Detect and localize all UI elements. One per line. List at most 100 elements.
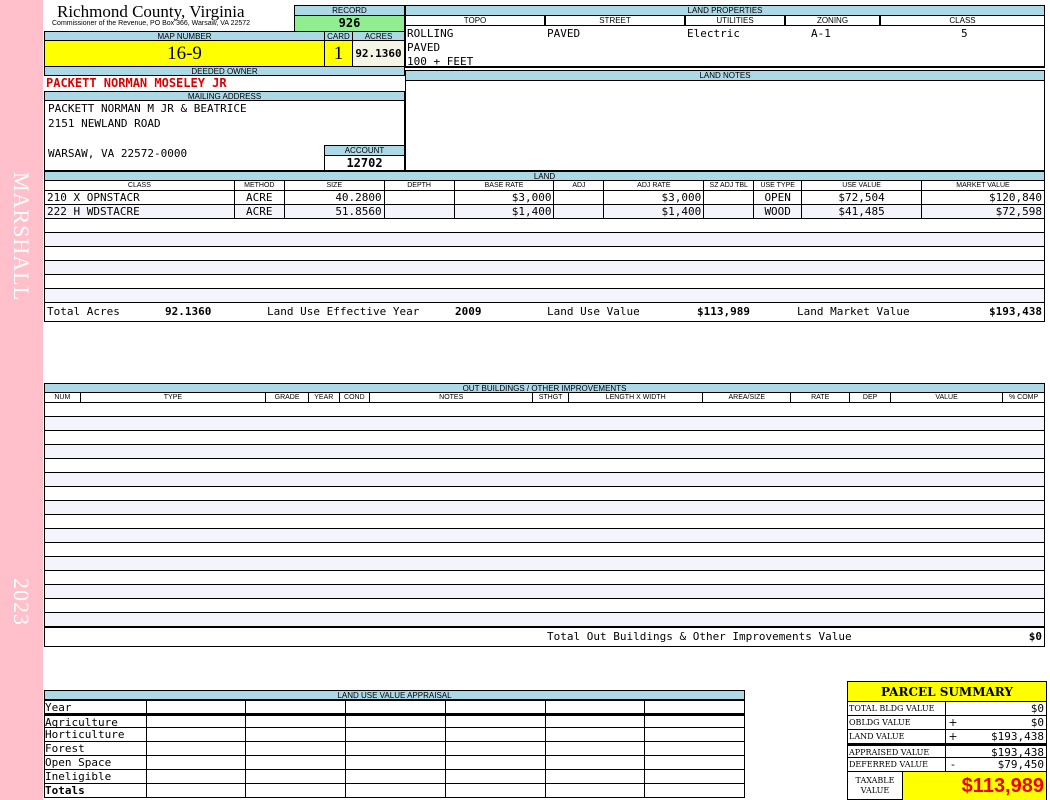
cell [703,190,755,205]
empty-row [44,233,1045,247]
address-line: 2151 NEWLAND ROAD [48,117,161,130]
summary-label: DEFERRED VALUE [848,758,946,771]
summary-sign: + [948,716,958,729]
appraisal-cell [245,701,345,713]
col: VALUE [889,392,1004,403]
map-number-value: 16-9 [44,40,325,67]
empty-row [44,599,1045,613]
appraisal-row-label: Ineligible [45,770,112,783]
empty-row [44,529,1045,543]
cell: 40.2800 [283,190,385,205]
account-value: 12702 [324,155,405,171]
empty-row [44,459,1045,473]
col: ADJ [553,180,605,191]
appraisal-cell [644,701,744,713]
appraisal-row-label: Totals [45,784,85,797]
appraisal-row: Totals [44,784,745,798]
empty-row [44,275,1045,289]
appraisal-row: Open Space [44,756,745,770]
cell: WOOD [753,204,803,219]
appraisal-cell [145,742,246,755]
cell: $120,840 [921,190,1045,205]
appraisal-row: Forest [44,742,745,756]
col: DEPTH [383,180,455,191]
cell: $1,400 [603,204,705,219]
cell: ACRE [233,204,285,219]
summary-label: OBLDG VALUE [848,716,946,729]
taxable-row: TAXABLE VALUE $113,989 [848,772,1046,800]
cell [703,204,755,219]
empty-row [44,431,1045,445]
outbuildings-empty-rows [44,403,1045,627]
col: COND [338,392,371,403]
land-use-appraisal-table: Year Agriculture Horticulture Forest Open Sp… [44,700,745,798]
col: NOTES [369,392,534,403]
appraisal-cell [245,716,345,727]
appraisal-row: Horticulture [44,728,745,742]
outbuildings-total-label: Total Out Buildings & Other Improvements… [547,630,852,643]
cell: $72,598 [921,204,1045,219]
col: USE VALUE [801,180,923,191]
land-market-value-label: Land Market Value [797,305,910,318]
land-use-appraisal-label: LAND USE VALUE APPRAISAL [44,690,745,700]
effective-year-label: Land Use Effective Year [267,305,420,318]
cell: 51.8560 [283,204,385,219]
appraisal-cell [444,770,545,783]
district-label: MARSHALL [9,172,34,302]
empty-row [44,473,1045,487]
summary-row: OBLDG VALUE + $0 [848,716,1046,730]
frontage-value: 100 + FEET [407,55,474,68]
appraisal-row-label: Open Space [45,756,112,769]
appraisal-cell [145,701,246,713]
district-band: MARSHALL 2023 [0,0,43,800]
cell: $3,000 [453,190,555,205]
total-acres-value: 92.1360 [165,305,212,318]
summary-value: $193,438 [991,730,1044,743]
topo-value: ROLLING [407,27,454,40]
col: AREA/SIZE [702,392,792,403]
appraisal-cell [644,756,744,769]
empty-row [44,501,1045,515]
county-subtitle: Commissioner of the Revenue, PO Box 366,… [52,20,251,27]
empty-row [44,487,1045,501]
effective-year-value: 2009 [455,305,482,318]
appraisal-cell [345,716,445,727]
appraisal-cell [544,728,645,741]
cell: $41,485 [801,204,923,219]
appraisal-cell [544,701,645,713]
empty-row [44,543,1045,557]
class-value: 5 [961,27,968,40]
land-header-row: CLASS METHOD SIZE DEPTH BASE RATE ADJ AD… [44,180,1045,191]
appraisal-row-label: Year [45,701,72,714]
summary-value: $0 [1030,702,1044,715]
appraisal-cell [145,716,246,727]
table-row: 222 H WDSTACRE ACRE 51.8560 $1,400 $1,400 WOO… [44,204,1045,219]
summary-row: DEFERRED VALUE - $79,450 [848,758,1046,772]
taxable-value: $113,989 [903,772,1046,800]
appraisal-cell [345,728,445,741]
empty-row [44,585,1045,599]
empty-row [44,403,1045,417]
appraisal-cell [444,784,545,797]
appraisal-cell [145,728,246,741]
col: USE TYPE [753,180,803,191]
col: METHOD [233,180,285,191]
appraisal-cell [444,742,545,755]
summary-label: LAND VALUE [848,730,946,743]
acres-value: 92.1360 [352,40,405,67]
col: ADJ RATE [603,180,705,191]
col: % COMP [1002,392,1045,403]
cell [553,190,605,205]
col: BASE RATE [453,180,555,191]
cell [383,190,455,205]
appraisal-cell [444,728,545,741]
empty-row [44,247,1045,261]
summary-sign [946,746,960,757]
county-title: Richmond County, Virginia [57,2,245,21]
outbuildings-total-value: $0 [1028,630,1042,643]
appraisal-row: Year [44,700,745,714]
year-label: 2023 [9,578,34,626]
summary-row: LAND VALUE + $193,438 [848,730,1046,744]
col: STHGT [532,392,569,403]
appraisal-row-label: Horticulture [45,728,125,741]
